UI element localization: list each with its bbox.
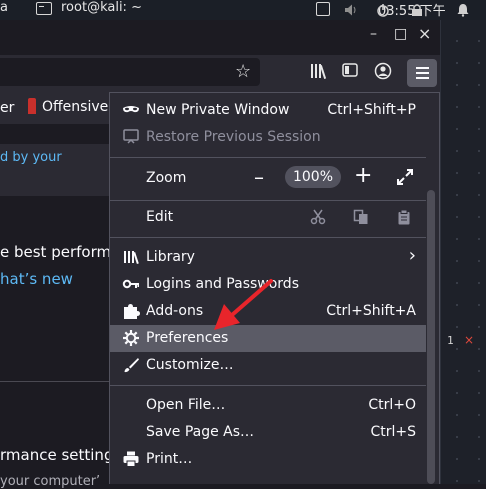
- shortcut-label: Ctrl+O: [368, 397, 416, 413]
- account-icon[interactable]: [374, 62, 392, 80]
- menu-item-label: Add-ons: [146, 303, 204, 319]
- puzzle-icon: [124, 304, 140, 319]
- menu-item-label: Print…: [146, 451, 193, 467]
- panel-app-fragment: a: [0, 0, 8, 15]
- menu-item-label: Zoom: [146, 170, 187, 186]
- menu-item-print[interactable]: Print…: [110, 446, 426, 473]
- bookmark-star-icon[interactable]: ☆: [235, 61, 251, 82]
- shortcut-label: Ctrl+Shift+A: [326, 303, 416, 319]
- bookmark-item[interactable]: er: [0, 100, 14, 116]
- menu-item-library[interactable]: Library ›: [110, 244, 426, 271]
- zoom-out-button[interactable]: –: [254, 165, 264, 189]
- sidebar-icon[interactable]: [342, 63, 358, 77]
- library-icon: [124, 251, 139, 265]
- menu-item-label: Preferences: [146, 330, 229, 346]
- shortcut-label: Ctrl+Shift+P: [327, 102, 416, 118]
- chevron-right-icon: ›: [408, 245, 416, 266]
- zoom-in-button[interactable]: +: [354, 163, 372, 188]
- menu-separator: [110, 200, 426, 201]
- bookmark-item-offensive[interactable]: Offensive: [28, 98, 108, 115]
- close-window-button[interactable]: ×: [418, 24, 431, 43]
- error-mark-icon: ×: [464, 333, 475, 347]
- hamburger-menu-icon[interactable]: [407, 59, 437, 87]
- menu-item-label: Save Page As…: [146, 424, 255, 440]
- brush-icon: [124, 358, 139, 373]
- minimize-button[interactable]: –: [370, 26, 377, 42]
- url-bar[interactable]: [0, 58, 260, 86]
- menu-item-customize[interactable]: Customize…: [110, 352, 426, 379]
- bell-icon[interactable]: [456, 3, 470, 17]
- terminal-icon[interactable]: [36, 2, 52, 15]
- terminal-window-title[interactable]: root@kali: ~: [61, 0, 142, 15]
- workspace-icon[interactable]: [316, 2, 330, 16]
- performance-text: your computer’: [0, 474, 101, 489]
- menu-item-restore-session[interactable]: Restore Previous Session: [110, 124, 426, 151]
- line-number: 1: [447, 334, 454, 347]
- copy-icon[interactable]: [353, 209, 369, 225]
- menu-item-open-file[interactable]: Open File… Ctrl+O: [110, 392, 426, 419]
- whats-new-link[interactable]: hat’s new: [0, 270, 73, 288]
- shortcut-label: Ctrl+S: [370, 424, 416, 440]
- power-icon[interactable]: [376, 3, 390, 17]
- page-heading: e best performa: [0, 243, 121, 261]
- menu-separator: [110, 157, 426, 158]
- zoom-reset-button[interactable]: 100%: [285, 166, 341, 188]
- menu-item-label: New Private Window: [146, 102, 290, 118]
- menu-item-edit: Edit: [110, 204, 426, 231]
- mask-icon: [123, 106, 139, 113]
- menu-item-new-private-window[interactable]: New Private Window Ctrl+Shift+P: [110, 97, 426, 124]
- menu-item-save-page-as[interactable]: Save Page As… Ctrl+S: [110, 419, 426, 446]
- restore-icon: [123, 129, 139, 144]
- lock-icon[interactable]: [410, 3, 424, 17]
- maximize-button[interactable]: □: [394, 26, 407, 42]
- menu-item-zoom: Zoom: [110, 164, 426, 194]
- menu-item-label: Customize…: [146, 357, 234, 373]
- key-icon: [122, 279, 139, 289]
- cut-icon[interactable]: [310, 209, 326, 225]
- bookmark-label: Offensive: [42, 99, 109, 115]
- menu-item-label: Open File…: [146, 397, 226, 413]
- page-link[interactable]: d by your: [0, 150, 62, 165]
- menu-scrollbar[interactable]: [427, 190, 435, 484]
- menu-item-label: Restore Previous Session: [146, 129, 321, 145]
- printer-icon: [123, 451, 139, 467]
- main-menu-panel: New Private Window Ctrl+Shift+P Restore …: [109, 92, 440, 484]
- menu-item-preferences[interactable]: Preferences: [110, 325, 426, 352]
- menu-item-add-ons[interactable]: Add-ons Ctrl+Shift+A: [110, 298, 426, 325]
- menu-separator: [110, 237, 426, 238]
- menu-item-logins-and-passwords[interactable]: Logins and Passwords: [110, 271, 426, 298]
- offensive-security-icon: [28, 98, 36, 114]
- fullscreen-icon[interactable]: [396, 168, 414, 186]
- system-panel: a root@kali: ~ 03:55 下午: [0, 0, 486, 20]
- menu-item-label: Logins and Passwords: [146, 276, 299, 292]
- gear-icon: [123, 330, 139, 346]
- performance-heading: rmance settings: [0, 446, 122, 464]
- menu-item-label: Edit: [146, 209, 174, 225]
- paste-icon[interactable]: [396, 209, 412, 225]
- editor-grid: [440, 20, 486, 484]
- library-icon[interactable]: [310, 63, 328, 79]
- divider: [0, 381, 110, 382]
- menu-separator: [110, 385, 426, 386]
- menu-item-label: Library: [146, 249, 195, 265]
- volume-icon[interactable]: [344, 3, 358, 17]
